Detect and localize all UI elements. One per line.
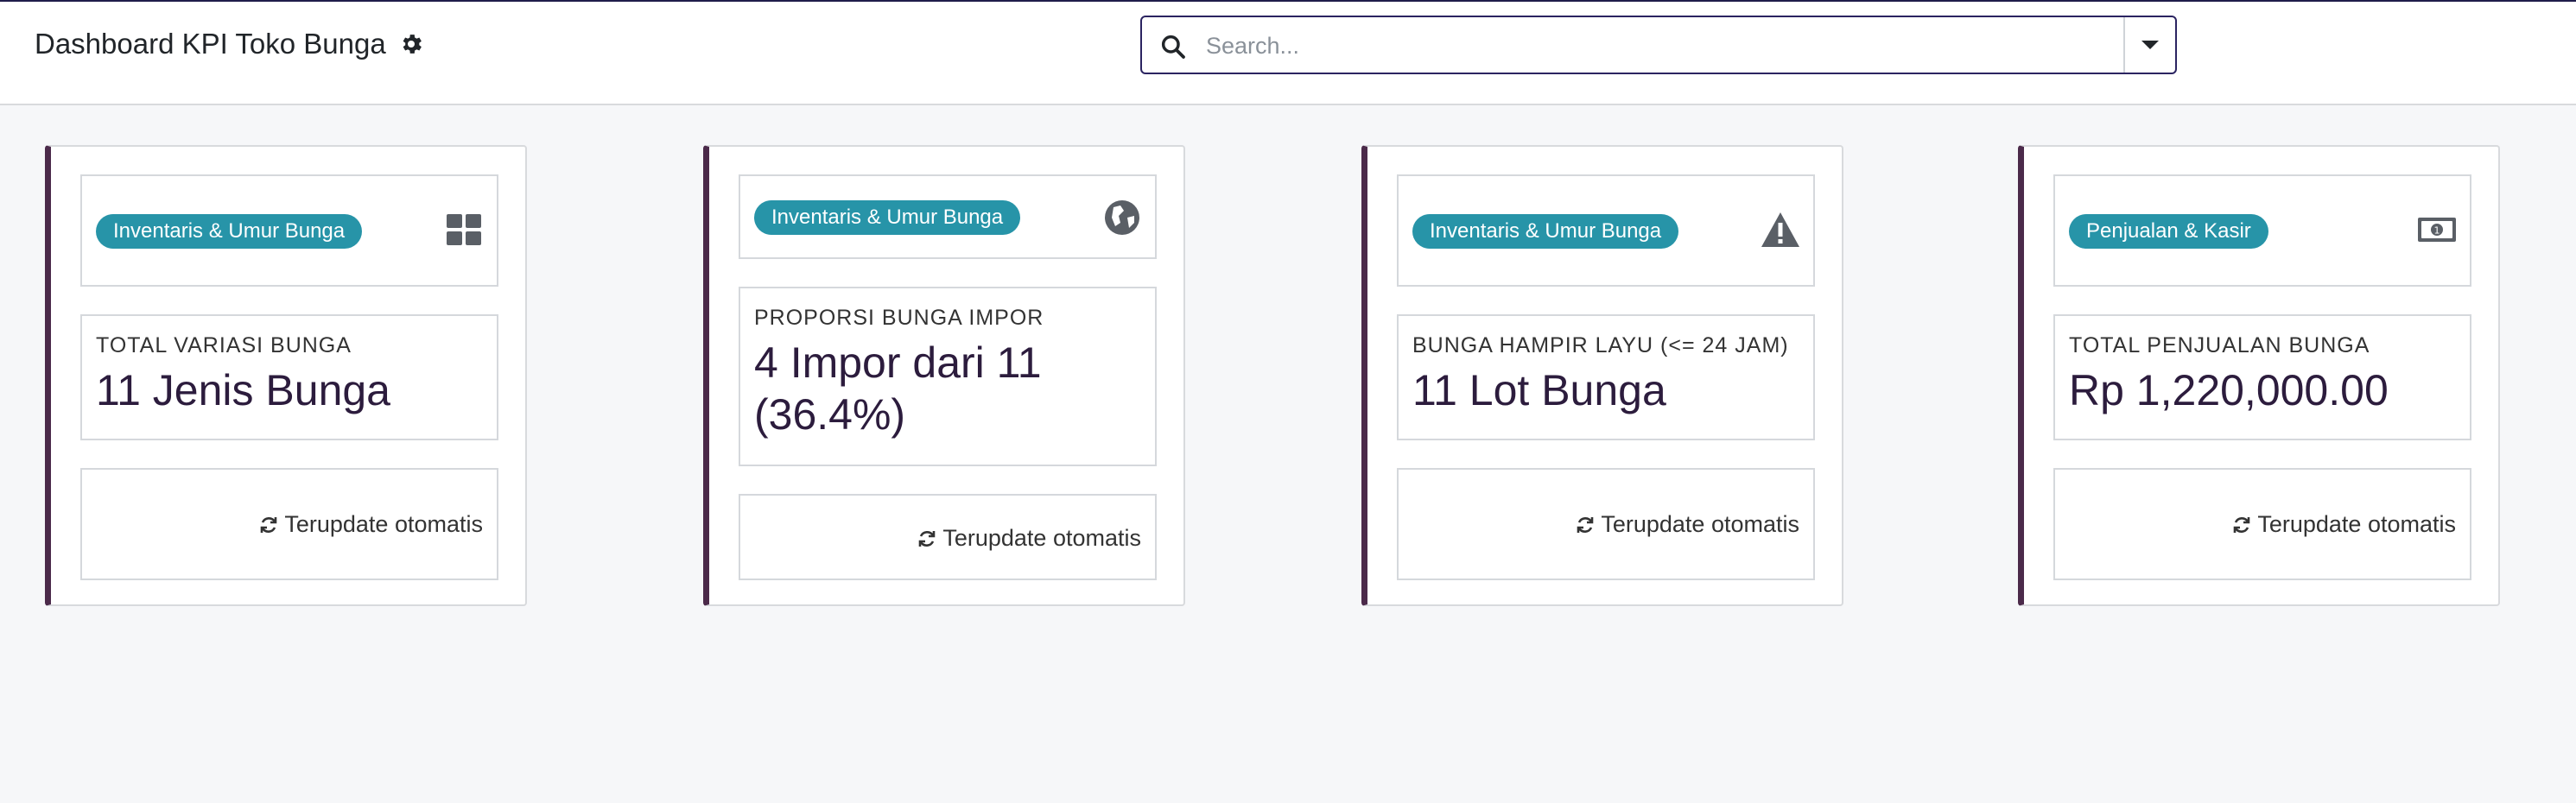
kpi-label: TOTAL PENJUALAN BUNGA — [2069, 333, 2370, 357]
kpi-value: 11 Jenis Bunga — [96, 366, 390, 414]
kpi-card-total-penjualan[interactable]: Penjualan & Kasir 1 TOTAL PENJUALAN BUNG… — [2018, 145, 2500, 606]
auto-update-label: Terupdate otomatis — [2257, 511, 2456, 537]
refresh-icon — [1577, 516, 1594, 533]
kpi-label: BUNGA HAMPIR LAYU (<= 24 JAM) — [1412, 333, 1789, 357]
auto-update-status: Terupdate otomatis — [258, 511, 483, 538]
card-footer: Terupdate otomatis — [80, 468, 498, 580]
card-header: Inventaris & Umur Bunga — [1397, 174, 1815, 287]
card-footer: Terupdate otomatis — [739, 494, 1157, 580]
money-icon: 1 — [2416, 209, 2458, 250]
kpi-card-hampir-layu[interactable]: Inventaris & Umur Bunga BUNGA HAMPIR LAY… — [1361, 145, 1843, 606]
refresh-icon — [261, 516, 277, 533]
card-header: Inventaris & Umur Bunga — [739, 174, 1157, 259]
warning-icon — [1760, 209, 1801, 250]
category-badge: Inventaris & Umur Bunga — [754, 200, 1021, 235]
kpi-value: Rp 1,220,000.00 — [2069, 366, 2389, 414]
grid-icon — [443, 209, 485, 250]
auto-update-status: Terupdate otomatis — [2231, 511, 2456, 538]
kpi-body: BUNGA HAMPIR LAYU (<= 24 JAM) 11 Lot Bun… — [1397, 314, 1815, 440]
kpi-label: PROPORSI BUNGA IMPOR — [754, 306, 1044, 330]
category-badge: Inventaris & Umur Bunga — [96, 214, 363, 249]
title-group: Dashboard KPI Toko Bunga — [35, 28, 424, 60]
gear-icon[interactable] — [398, 31, 424, 57]
search-bar — [1140, 16, 2177, 74]
kpi-body: PROPORSI BUNGA IMPOR 4 Impor dari 11 (36… — [739, 287, 1157, 466]
kpi-card-proporsi-impor[interactable]: Inventaris & Umur Bunga PROPORSI BUNGA I… — [703, 145, 1185, 606]
auto-update-status: Terupdate otomatis — [1575, 511, 1799, 538]
category-badge: Penjualan & Kasir — [2069, 214, 2268, 249]
auto-update-label: Terupdate otomatis — [1601, 511, 1799, 537]
search-input[interactable] — [1204, 28, 2106, 64]
refresh-icon — [919, 530, 936, 547]
kpi-body: TOTAL PENJUALAN BUNGA Rp 1,220,000.00 — [2053, 314, 2471, 440]
top-bar: Dashboard KPI Toko Bunga — [0, 2, 2576, 105]
kpi-value: 4 Impor dari 11 (36.4%) — [754, 338, 1042, 439]
kpi-label: TOTAL VARIASI BUNGA — [96, 333, 352, 357]
auto-update-label: Terupdate otomatis — [942, 525, 1141, 551]
card-header: Penjualan & Kasir 1 — [2053, 174, 2471, 287]
kpi-value: 11 Lot Bunga — [1412, 366, 1666, 414]
card-footer: Terupdate otomatis — [2053, 468, 2471, 580]
search-icon — [1159, 33, 1187, 60]
kpi-body: TOTAL VARIASI BUNGA 11 Jenis Bunga — [80, 314, 498, 440]
globe-icon — [1101, 197, 1143, 238]
caret-down-icon — [2141, 41, 2159, 49]
auto-update-label: Terupdate otomatis — [284, 511, 483, 537]
refresh-icon — [2234, 516, 2250, 533]
card-footer: Terupdate otomatis — [1397, 468, 1815, 580]
page-title: Dashboard KPI Toko Bunga — [35, 28, 386, 60]
svg-text:1: 1 — [2434, 225, 2440, 237]
search-options-toggle[interactable] — [2123, 17, 2175, 73]
kpi-card-total-variasi[interactable]: Inventaris & Umur Bunga TOTAL VARIASI BU… — [45, 145, 527, 606]
auto-update-status: Terupdate otomatis — [917, 525, 1141, 552]
card-header: Inventaris & Umur Bunga — [80, 174, 498, 287]
category-badge: Inventaris & Umur Bunga — [1412, 214, 1679, 249]
